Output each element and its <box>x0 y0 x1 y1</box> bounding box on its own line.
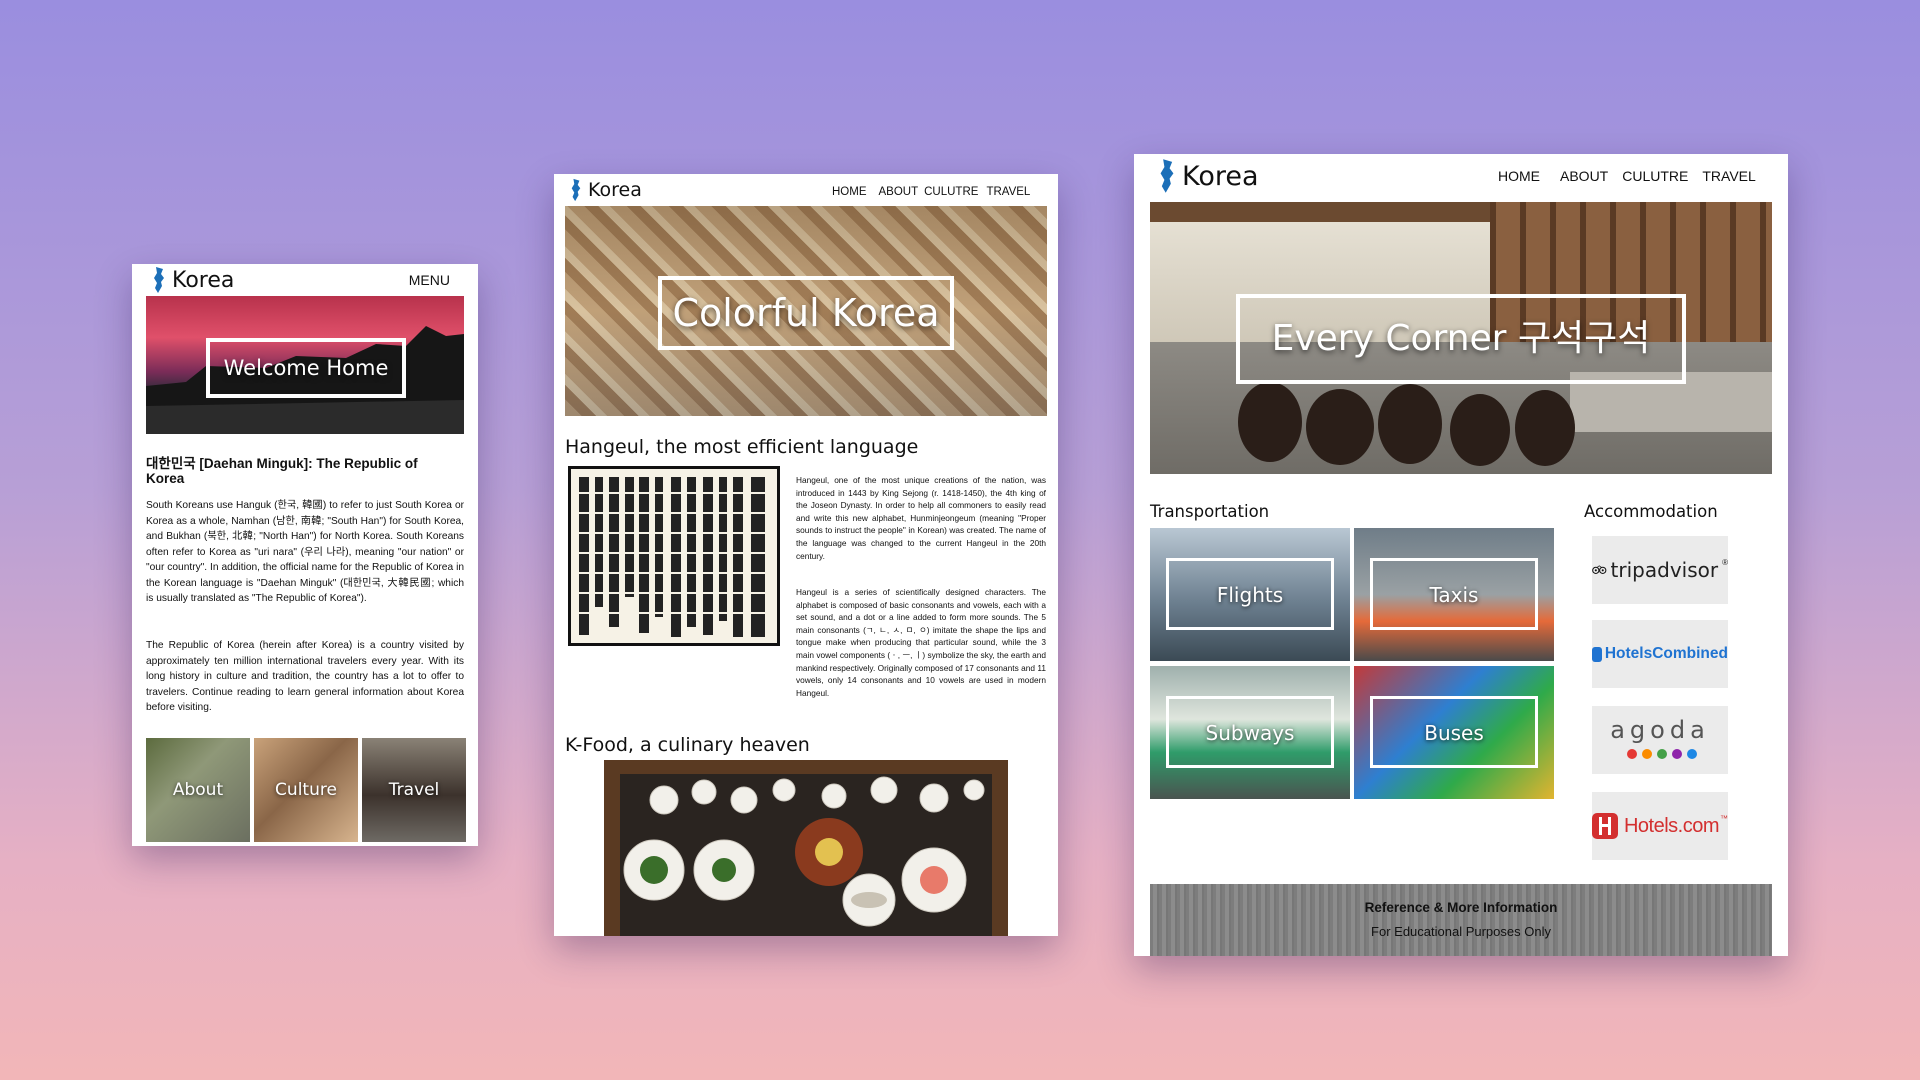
accommodation-heading: Accommodation <box>1584 502 1718 521</box>
agoda-dots-icon <box>1627 749 1697 759</box>
site-footer: Reference & More Information For Educati… <box>1150 884 1772 956</box>
tripadvisor-link[interactable]: tripadvisor ® <box>1592 536 1728 604</box>
brand-name: Korea <box>588 179 642 201</box>
agoda-link[interactable]: agoda <box>1592 706 1728 774</box>
korea-map-icon <box>1160 159 1174 193</box>
hotelscombined-icon <box>1592 646 1602 662</box>
footer-disclaimer: For Educational Purposes Only <box>1371 924 1551 939</box>
tablet-navbar: Korea HOME ABOUT CULUTRE TRAVEL <box>554 174 1058 206</box>
nav-home[interactable]: HOME <box>1498 168 1540 184</box>
nav-travel[interactable]: TRAVEL <box>986 186 1030 198</box>
tile-subways[interactable]: Subways <box>1150 666 1350 799</box>
hangeul-heading: Hangeul, the most efficient language <box>565 436 919 458</box>
dishes-illustration <box>623 776 985 927</box>
brand-name: Korea <box>172 267 235 293</box>
desktop-mockup: Korea HOME ABOUT CULUTRE TRAVEL Every Co… <box>1134 154 1788 956</box>
tablet-hero: Colorful Korea <box>565 206 1047 416</box>
hero-title: Every Corner 구석구석 <box>1236 294 1686 384</box>
hotelscombined-logo-text: HotelsCombined <box>1604 645 1728 662</box>
kfood-image <box>604 760 1008 936</box>
nav-about[interactable]: ABOUT <box>1560 168 1608 184</box>
tile-label: Subways <box>1205 720 1295 745</box>
kfood-heading: K-Food, a culinary heaven <box>565 734 810 756</box>
korea-map-icon <box>571 178 581 202</box>
intro-heading: 대한민국 [Daehan Minguk]: The Republic of Ko… <box>146 456 418 486</box>
hotelsdotcom-logo-text: Hotels.com <box>1623 814 1720 837</box>
hero-title: Colorful Korea <box>658 276 954 350</box>
site-logo[interactable]: Korea <box>152 266 234 294</box>
tile-label: Travel <box>388 780 440 800</box>
agoda-logo-text: agoda <box>1610 716 1710 744</box>
tile-label: Taxis <box>1429 582 1479 607</box>
transportation-heading: Transportation <box>1150 502 1270 521</box>
tile-culture[interactable]: Culture <box>254 738 358 842</box>
mobile-navbar: Korea MENU <box>132 264 478 296</box>
manuscript-text-image <box>571 477 777 637</box>
tile-flights[interactable]: Flights <box>1150 528 1350 661</box>
site-logo[interactable]: Korea <box>570 178 642 202</box>
desktop-hero: Every Corner 구석구석 <box>1150 202 1772 474</box>
site-logo[interactable]: Korea <box>1158 158 1259 194</box>
intro-paragraph-2: The Republic of Korea (herein after Kore… <box>146 640 464 713</box>
footer-reference-link[interactable]: Reference & More Information <box>1150 900 1772 915</box>
tile-label: Buses <box>1424 720 1484 745</box>
menu-button[interactable]: MENU <box>409 272 450 288</box>
nav-about[interactable]: ABOUT <box>879 186 919 198</box>
desktop-navbar: Korea HOME ABOUT CULUTRE TRAVEL <box>1134 154 1788 202</box>
hero-title: Welcome Home <box>206 338 406 398</box>
nav-travel[interactable]: TRAVEL <box>1702 168 1755 184</box>
tripadvisor-owl-icon <box>1592 565 1607 574</box>
brand-name: Korea <box>1182 160 1259 192</box>
intro-paragraph-1: South Koreans use Hanguk (한국, 韓國) to ref… <box>146 500 464 604</box>
hotelscombined-link[interactable]: HotelsCombined <box>1592 620 1728 688</box>
tablet-mockup: Korea HOME ABOUT CULUTRE TRAVEL Colorful… <box>554 174 1058 936</box>
mobile-hero: Welcome Home <box>146 296 464 434</box>
hangeul-paragraph-2: Hangeul is a series of scientifically de… <box>796 587 1046 698</box>
tile-about[interactable]: About <box>146 738 250 842</box>
nav-culture[interactable]: CULUTRE <box>1622 168 1688 184</box>
trademark-mark: ™ <box>1720 814 1728 823</box>
registered-mark: ® <box>1722 558 1728 567</box>
nav-links: HOME ABOUT CULUTRE TRAVEL <box>832 186 1030 198</box>
tile-buses[interactable]: Buses <box>1354 666 1554 799</box>
hotelsdotcom-link[interactable]: Hotels.com ™ <box>1592 792 1728 860</box>
korea-map-icon <box>154 267 164 293</box>
tile-label: About <box>172 780 224 800</box>
tripadvisor-logo-text: tripadvisor <box>1610 558 1719 582</box>
hangeul-paragraph-1: Hangeul, one of the most unique creation… <box>796 475 1046 561</box>
nav-links: HOME ABOUT CULUTRE TRAVEL <box>1498 168 1756 184</box>
nav-home[interactable]: HOME <box>832 186 867 198</box>
tile-travel[interactable]: Travel <box>362 738 466 842</box>
hunminjeongeum-image <box>568 466 780 646</box>
mobile-mockup: Korea MENU Welcome Home 대한민국 [Daehan Min… <box>132 264 478 846</box>
tile-label: Culture <box>275 780 337 800</box>
hotelsdotcom-icon <box>1592 813 1618 839</box>
tile-label: Flights <box>1216 582 1284 607</box>
tile-taxis[interactable]: Taxis <box>1354 528 1554 661</box>
nav-culture[interactable]: CULUTRE <box>924 186 978 198</box>
